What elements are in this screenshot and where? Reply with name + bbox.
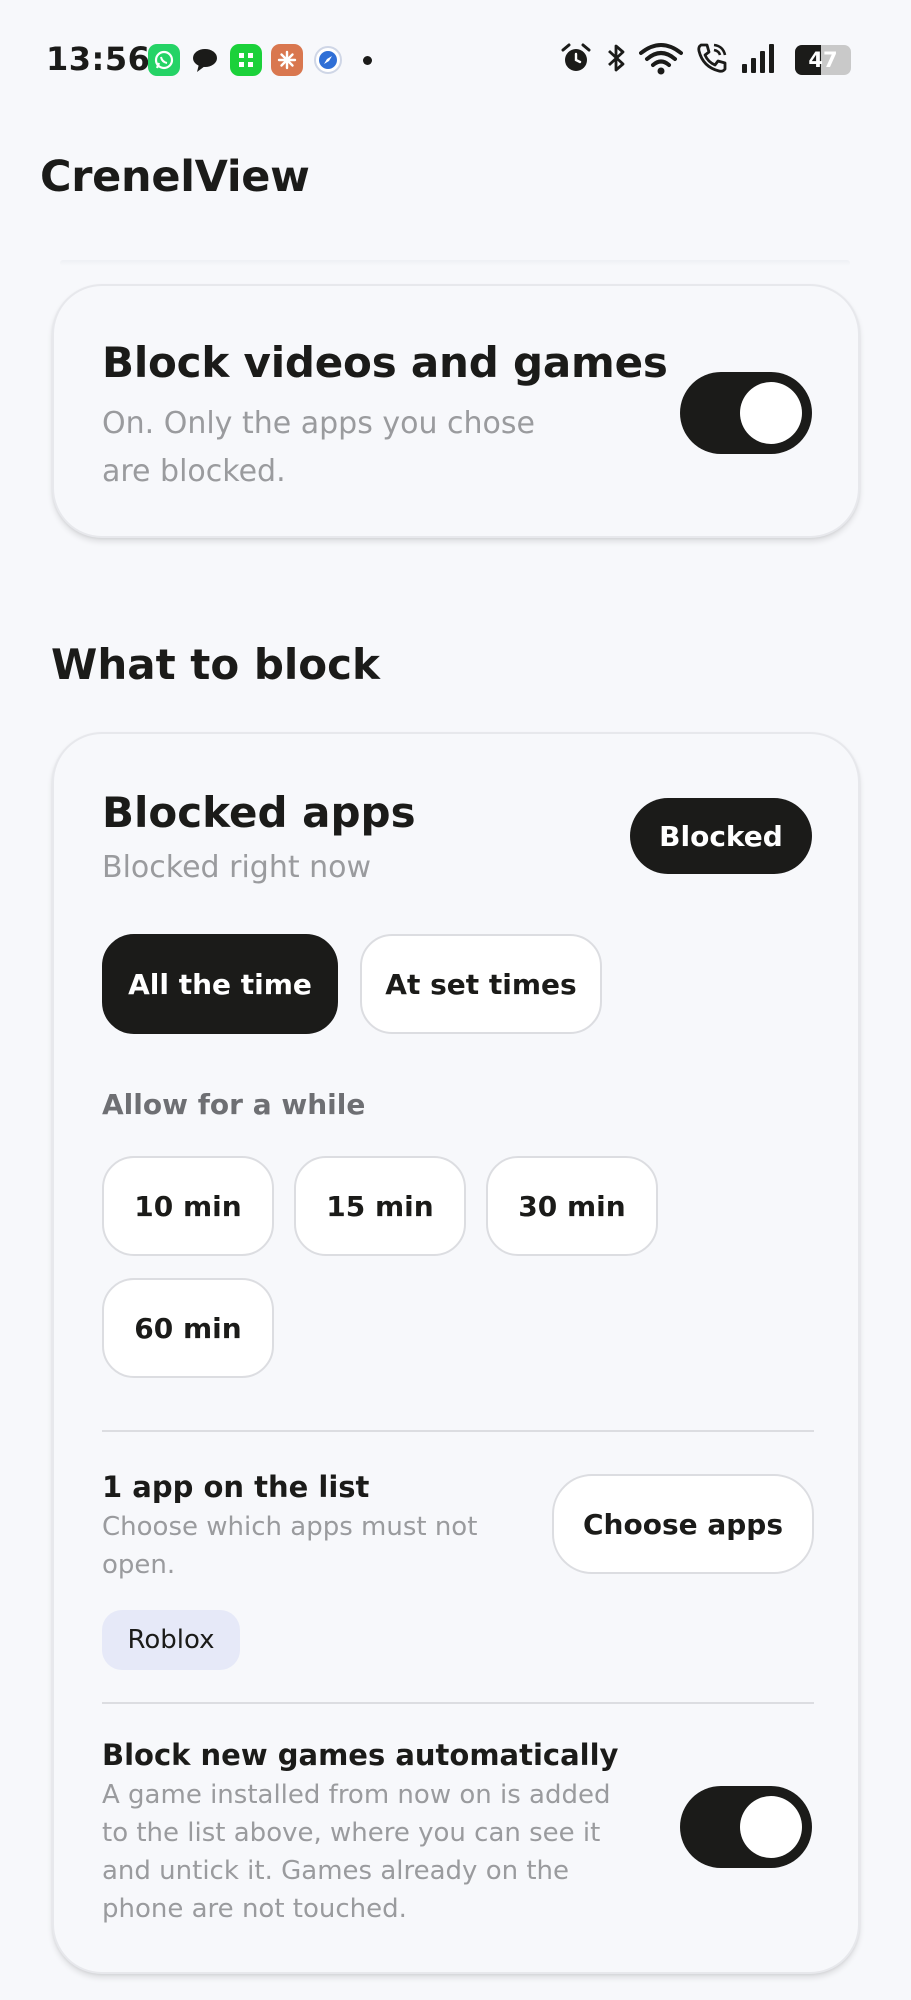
alarm-icon [559, 41, 593, 79]
app-list-subtitle: Choose which apps must not open. [102, 1512, 478, 1580]
call-icon [695, 41, 729, 79]
whatsapp-icon [148, 44, 180, 76]
allow-10-min-button[interactable]: 10 min [102, 1156, 274, 1256]
battery-icon: 47 [795, 45, 851, 75]
signal-icon [741, 42, 777, 78]
notification-icons [148, 43, 372, 77]
divider [102, 1702, 814, 1704]
app-list-heading: 1 app on the list [102, 1470, 370, 1504]
toggle-knob [740, 1796, 802, 1858]
divider [102, 1430, 814, 1432]
bluetooth-icon [605, 41, 627, 79]
auto-block-toggle[interactable] [680, 1786, 812, 1868]
block-toggle-card: Block videos and games On. Only the apps… [52, 284, 860, 538]
allow-30-min-button[interactable]: 30 min [486, 1156, 658, 1256]
orange-app-icon [271, 44, 303, 76]
mode-at-set-times-button[interactable]: At set times [360, 934, 602, 1034]
toggle-knob [740, 382, 802, 444]
status-time: 13:56 [46, 40, 151, 78]
status-bar: 13:56 47 [0, 0, 911, 120]
choose-apps-button[interactable]: Choose apps [552, 1474, 814, 1574]
wifi-icon [639, 41, 683, 79]
header-divider [60, 260, 850, 266]
status-badge: Blocked [630, 798, 812, 874]
mode-all-the-time-button[interactable]: All the time [102, 934, 338, 1034]
compass-icon [312, 44, 344, 76]
allow-15-min-button[interactable]: 15 min [294, 1156, 466, 1256]
chat-bubble-icon [189, 44, 221, 76]
blocked-apps-subtitle: Blocked right now [102, 850, 372, 885]
block-toggle-subtitle: On. Only the apps you chose are blocked. [102, 406, 535, 489]
auto-block-heading: Block new games automatically [102, 1738, 619, 1772]
allow-60-min-button[interactable]: 60 min [102, 1278, 274, 1378]
system-icons: 47 [559, 41, 851, 79]
page-title: CrenelView [40, 152, 310, 202]
auto-block-subtitle: A game installed from now on is added to… [102, 1780, 611, 1924]
block-toggle-heading: Block videos and games [102, 338, 668, 387]
green-app-icon [230, 44, 262, 76]
app-chip-roblox: Roblox [102, 1610, 240, 1670]
blocked-apps-heading: Blocked apps [102, 788, 416, 837]
blocked-apps-card: Blocked apps Blocked right now Blocked A… [52, 732, 860, 1974]
section-title: What to block [51, 640, 380, 689]
allow-for-a-while-label: Allow for a while [102, 1088, 366, 1121]
block-videos-toggle[interactable] [680, 372, 812, 454]
battery-level: 47 [808, 48, 838, 72]
more-notifications-dot [363, 55, 372, 65]
